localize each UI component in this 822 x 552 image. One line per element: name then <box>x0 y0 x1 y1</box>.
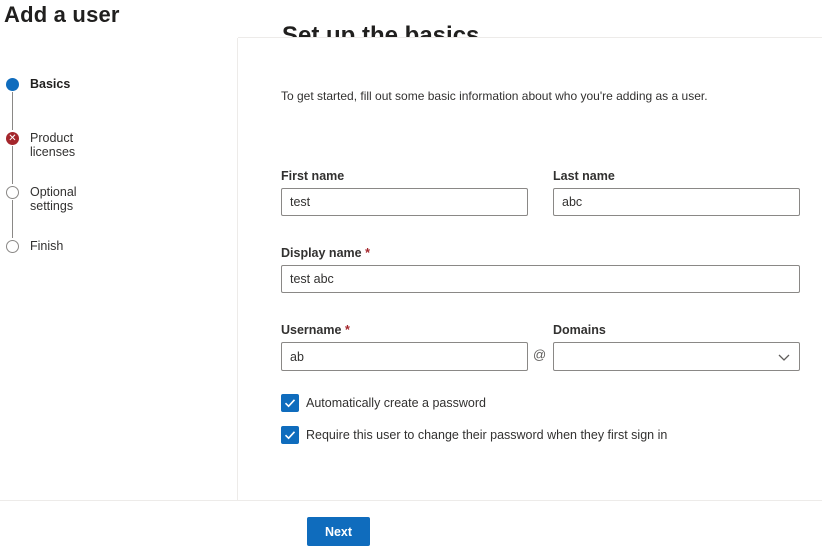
display-name-label: Display name * <box>281 246 370 260</box>
step-product-licenses[interactable]: Product licenses <box>30 131 75 159</box>
required-marker: * <box>365 246 370 260</box>
step-finish[interactable]: Finish <box>30 239 63 253</box>
sidebar-divider <box>237 38 238 500</box>
auto-password-label[interactable]: Automatically create a password <box>306 396 486 410</box>
at-sign: @ <box>533 347 547 362</box>
checkmark-icon <box>284 431 296 440</box>
checkmark-icon <box>284 399 296 408</box>
domains-dropdown[interactable] <box>553 342 800 371</box>
username-input[interactable] <box>281 342 528 371</box>
next-button[interactable]: Next <box>307 517 370 546</box>
last-name-input[interactable] <box>553 188 800 216</box>
required-marker: * <box>344 323 350 337</box>
username-label: Username * <box>281 323 350 337</box>
step-optional-settings[interactable]: Optional settings <box>30 185 77 213</box>
require-change-label[interactable]: Require this user to change their passwo… <box>306 428 667 442</box>
footer-divider <box>0 500 822 501</box>
step-active-icon <box>6 78 19 91</box>
display-name-input[interactable] <box>281 265 800 293</box>
domains-label: Domains <box>553 323 606 337</box>
require-change-checkbox[interactable] <box>281 426 299 444</box>
section-heading-text: Set up the basics <box>282 22 480 38</box>
display-name-label-text: Display name <box>281 246 362 260</box>
step-basics[interactable]: Basics <box>30 77 70 91</box>
step-pending-icon <box>6 186 19 199</box>
header-divider <box>238 37 822 38</box>
last-name-label: Last name <box>553 169 615 183</box>
step-connector <box>12 146 13 184</box>
step-error-icon: ✕ <box>6 132 19 145</box>
intro-text: To get started, fill out some basic info… <box>281 89 708 103</box>
username-label-text: Username <box>281 323 342 337</box>
step-pending-icon <box>6 240 19 253</box>
page-title: Add a user <box>4 2 120 27</box>
chevron-down-icon <box>778 354 790 361</box>
step-connector <box>12 92 13 130</box>
section-heading: Set up the basics <box>282 20 480 38</box>
step-connector <box>12 200 13 238</box>
auto-password-checkbox[interactable] <box>281 394 299 412</box>
first-name-input[interactable] <box>281 188 528 216</box>
first-name-label: First name <box>281 169 345 183</box>
